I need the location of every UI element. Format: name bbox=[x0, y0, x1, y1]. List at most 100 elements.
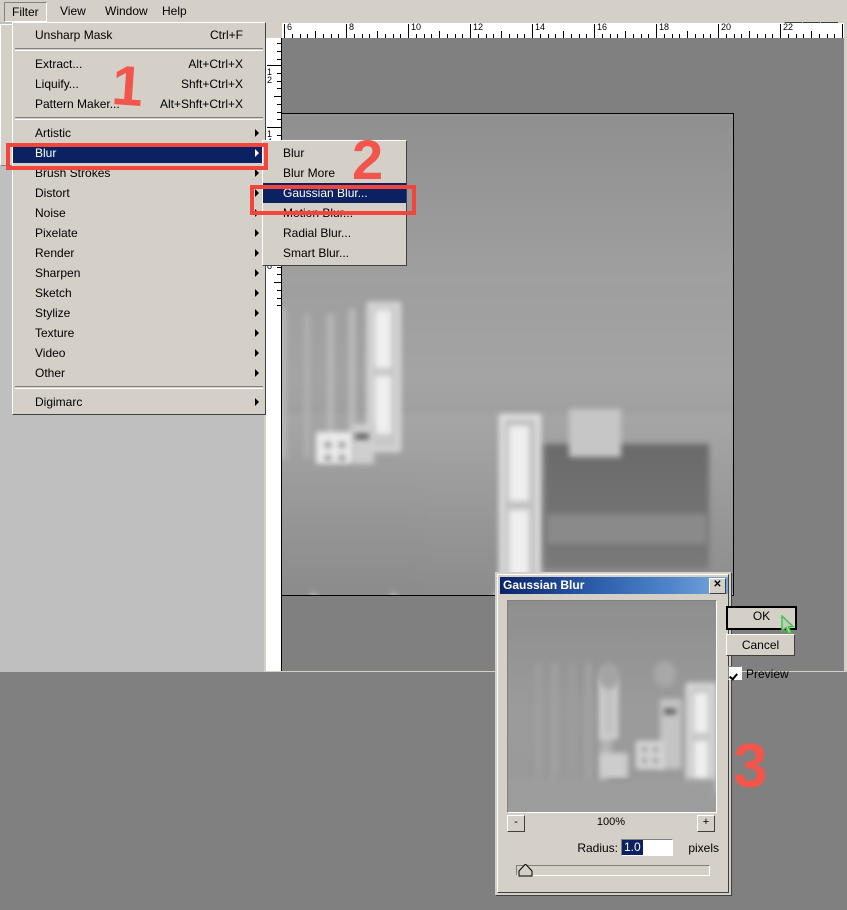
zoom-in-button[interactable]: + bbox=[697, 815, 715, 832]
ruler-minor-tick bbox=[277, 119, 281, 120]
menu-filter[interactable]: Filter bbox=[4, 2, 47, 22]
ruler-minor-tick bbox=[315, 31, 316, 38]
menu-item-stylize[interactable]: Stylize bbox=[13, 303, 265, 323]
ruler-label: 12 bbox=[267, 67, 273, 85]
ruler-label: 6 bbox=[287, 23, 293, 32]
mouse-cursor bbox=[781, 614, 795, 635]
ruler-minor-tick bbox=[274, 96, 281, 97]
ruler-minor-tick bbox=[277, 104, 281, 105]
radius-slider-track[interactable] bbox=[516, 865, 710, 876]
ruler-minor-tick bbox=[377, 31, 378, 38]
radius-slider[interactable] bbox=[516, 863, 710, 877]
menu-item-distort[interactable]: Distort bbox=[13, 183, 265, 203]
ruler-minor-tick bbox=[277, 267, 281, 268]
menu-help[interactable]: Help bbox=[154, 2, 195, 20]
ruler-major-tick bbox=[470, 24, 471, 38]
zoom-percent-label: 100% bbox=[596, 816, 626, 828]
menu-item-sketch[interactable]: Sketch bbox=[13, 283, 265, 303]
submenu-arrow-icon bbox=[255, 289, 259, 297]
annotation-step-2: 2 bbox=[352, 128, 384, 191]
dialog-close-icon[interactable]: ✕ bbox=[709, 578, 726, 594]
menu-item-label: Liquify... bbox=[35, 77, 79, 91]
radius-label: Radius: bbox=[577, 841, 618, 855]
menu-item-shortcut: Ctrl+F bbox=[210, 28, 243, 42]
ruler-label: 18 bbox=[659, 23, 670, 32]
submenu-arrow-icon bbox=[255, 229, 259, 237]
gaussian-blur-dialog[interactable]: Gaussian Blur ✕ OK Cancel Preview - 100%… bbox=[495, 572, 797, 895]
submenu-item-blur[interactable]: Blur bbox=[263, 143, 406, 163]
submenu-item-label: Radial Blur... bbox=[283, 226, 352, 240]
preview-checkbox[interactable]: Preview bbox=[728, 666, 789, 681]
radius-units-label: pixels bbox=[688, 841, 719, 855]
ruler-major-tick bbox=[267, 65, 281, 66]
submenu-arrow-icon bbox=[255, 369, 259, 377]
menu-item-label: Pixelate bbox=[35, 226, 78, 240]
ruler-label: 10 bbox=[411, 23, 422, 32]
menu-item-noise[interactable]: Noise bbox=[13, 203, 265, 223]
ruler-major-tick bbox=[842, 24, 843, 38]
menu-item-render[interactable]: Render bbox=[13, 243, 265, 263]
ruler-major-tick bbox=[532, 24, 533, 38]
horizontal-ruler: 681012141618202224 bbox=[282, 23, 844, 39]
menu-item-artistic[interactable]: Artistic bbox=[13, 123, 265, 143]
ruler-minor-tick bbox=[274, 282, 281, 283]
submenu-arrow-icon bbox=[255, 398, 259, 406]
menu-item-label: Distort bbox=[35, 186, 70, 200]
menu-item-digimarc[interactable]: Digimarc bbox=[13, 392, 265, 412]
menu-separator bbox=[15, 48, 263, 51]
submenu-item-label: Blur bbox=[283, 146, 305, 160]
menu-view[interactable]: View bbox=[52, 2, 94, 20]
menu-item-video[interactable]: Video bbox=[13, 343, 265, 363]
menu-item-sharpen[interactable]: Sharpen bbox=[13, 263, 265, 283]
ruler-major-tick bbox=[284, 24, 285, 38]
menu-item-unsharp-mask[interactable]: Unsharp Mask Ctrl+F bbox=[13, 25, 265, 45]
menu-item-label: Stylize bbox=[35, 306, 71, 320]
ruler-minor-tick bbox=[277, 305, 281, 306]
ruler-minor-tick bbox=[277, 112, 281, 113]
submenu-arrow-icon bbox=[255, 329, 259, 337]
ruler-minor-tick bbox=[277, 73, 281, 74]
menu-item-texture[interactable]: Texture bbox=[13, 323, 265, 343]
submenu-arrow-icon bbox=[255, 309, 259, 317]
annotation-step-3: 3 bbox=[733, 732, 768, 801]
menu-item-pixelate[interactable]: Pixelate bbox=[13, 223, 265, 243]
preview-zoom-controls: - 100% + bbox=[507, 815, 715, 832]
dialog-title-text: Gaussian Blur bbox=[503, 578, 585, 592]
ruler-minor-tick bbox=[277, 43, 281, 44]
menu-item-label: Render bbox=[35, 246, 75, 260]
menu-window[interactable]: Window bbox=[97, 2, 156, 20]
radius-input-value: 1.0 bbox=[622, 840, 643, 855]
menu-item-label: Sketch bbox=[35, 286, 72, 300]
radius-slider-thumb[interactable] bbox=[518, 863, 533, 877]
submenu-item-label: Smart Blur... bbox=[283, 246, 350, 260]
ruler-minor-tick bbox=[811, 31, 812, 38]
radius-row: Radius: 1.0 pixels bbox=[511, 839, 719, 859]
menu-item-other[interactable]: Other bbox=[13, 363, 265, 383]
submenu-item-label: Blur More bbox=[283, 166, 336, 180]
ruler-minor-tick bbox=[277, 51, 281, 52]
menu-item-label: Digimarc bbox=[35, 395, 83, 409]
submenu-item-radial-blur[interactable]: Radial Blur... bbox=[263, 223, 406, 243]
submenu-item-blur-more[interactable]: Blur More bbox=[263, 163, 406, 183]
ruler-major-tick bbox=[408, 24, 409, 38]
radius-input[interactable]: 1.0 bbox=[621, 839, 673, 856]
menu-item-label: Video bbox=[35, 346, 66, 360]
ruler-minor-tick bbox=[277, 298, 281, 299]
ruler-minor-tick bbox=[625, 31, 626, 38]
ruler-minor-tick bbox=[277, 135, 281, 136]
ruler-minor-tick bbox=[277, 59, 281, 60]
menu-item-label: Texture bbox=[35, 326, 75, 340]
menu-bar: Filter View Window Help bbox=[0, 0, 847, 22]
ruler-major-tick bbox=[656, 24, 657, 38]
submenu-arrow-icon bbox=[255, 129, 259, 137]
ruler-label: 20 bbox=[721, 23, 732, 32]
ruler-label: 22 bbox=[783, 23, 794, 32]
dialog-preview-image[interactable] bbox=[507, 600, 717, 813]
dialog-titlebar[interactable]: Gaussian Blur ✕ bbox=[500, 577, 728, 594]
cancel-button[interactable]: Cancel bbox=[726, 634, 795, 656]
checkbox-check-icon bbox=[728, 666, 742, 680]
menu-item-label: Pattern Maker... bbox=[35, 97, 120, 111]
vertical-ruler: 12141618 bbox=[266, 38, 282, 671]
menu-item-label: Extract... bbox=[35, 57, 83, 71]
submenu-item-smart-blur[interactable]: Smart Blur... bbox=[263, 243, 406, 263]
